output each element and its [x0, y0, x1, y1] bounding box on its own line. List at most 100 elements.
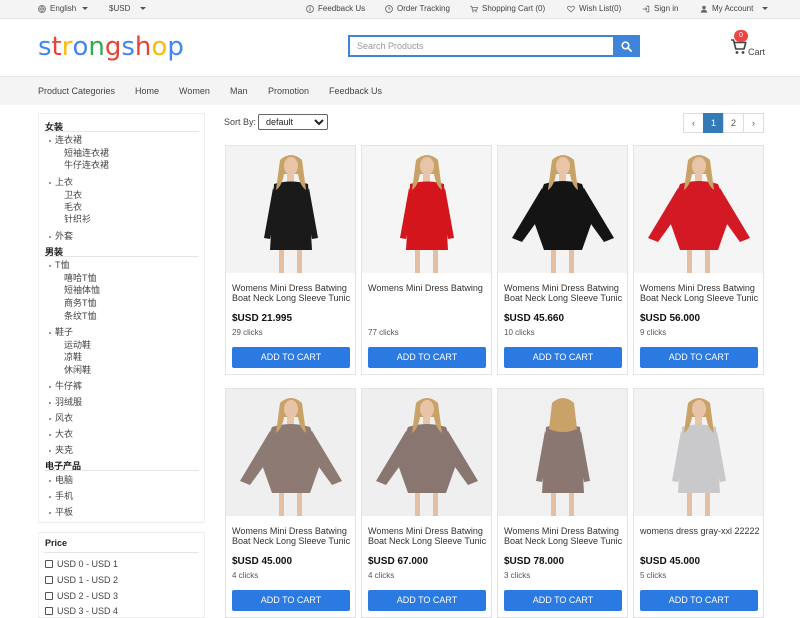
currency-selector[interactable]: $USD — [109, 4, 147, 13]
search-icon — [621, 40, 632, 52]
product-image[interactable] — [498, 146, 627, 273]
subcategory-item[interactable]: 商务T恤 — [64, 296, 97, 309]
subcategory-item[interactable]: 短袖体恤 — [64, 283, 100, 296]
price-option[interactable]: USD 3 - USD 4 — [45, 606, 118, 616]
category-item[interactable]: 夹克 — [49, 443, 73, 456]
subcategory-item[interactable]: 凉鞋 — [64, 350, 82, 363]
add-to-cart-button[interactable]: ADD TO CART — [640, 590, 758, 611]
sort-select[interactable]: default — [258, 114, 328, 130]
product-name[interactable]: Womens Mini Dress Batwing Boat Neck Long… — [504, 283, 626, 303]
category-item[interactable]: T恤 — [49, 258, 70, 271]
wish-list-label: Wish List(0) — [579, 4, 622, 13]
nav-man[interactable]: Man — [230, 86, 248, 96]
product-name[interactable]: womens dress gray-xxl 22222 — [640, 526, 762, 546]
product-price: $USD 67.000 — [368, 556, 429, 567]
price-option[interactable]: USD 2 - USD 3 — [45, 591, 118, 601]
main-nav: Product Categories Home Women Man Promot… — [0, 76, 800, 105]
product-card[interactable]: Womens Mini Dress Batwing Boat Neck Long… — [497, 388, 628, 618]
add-to-cart-button[interactable]: ADD TO CART — [640, 347, 758, 368]
price-option[interactable]: USD 0 - USD 1 — [45, 559, 118, 569]
product-name[interactable]: Womens Mini Dress Batwing Boat Neck Long… — [640, 283, 762, 303]
category-item[interactable]: 大衣 — [49, 427, 73, 440]
header-cart[interactable]: 0 Cart — [728, 30, 768, 62]
my-account-label: My Account — [712, 4, 754, 13]
product-image[interactable] — [362, 146, 491, 273]
subcategory-item[interactable]: 条纹T恤 — [64, 309, 97, 322]
checkbox[interactable] — [45, 607, 53, 615]
price-option[interactable]: USD 1 - USD 2 — [45, 575, 118, 585]
product-name[interactable]: Womens Mini Dress Batwing — [368, 283, 490, 303]
add-to-cart-button[interactable]: ADD TO CART — [232, 347, 350, 368]
product-card[interactable]: Womens Mini Dress Batwing Boat Neck Long… — [225, 145, 356, 375]
add-to-cart-button[interactable]: ADD TO CART — [504, 347, 622, 368]
category-item[interactable]: 电脑 — [49, 473, 73, 486]
product-card[interactable]: Womens Mini Dress Batwing Boat Neck Long… — [225, 388, 356, 618]
page-1-button[interactable]: 1 — [703, 113, 724, 133]
category-item[interactable]: 鞋子 — [49, 325, 73, 338]
category-item[interactable]: 平板 — [49, 505, 73, 518]
product-image[interactable] — [634, 146, 763, 273]
my-account-menu[interactable]: My Account — [700, 4, 769, 13]
language-selector[interactable]: English — [38, 4, 89, 13]
feedback-label: Feedback Us — [318, 4, 366, 13]
next-page-button[interactable]: › — [743, 113, 764, 133]
product-card[interactable]: Womens Mini Dress Batwing Boat Neck Long… — [633, 145, 764, 375]
nav-feedback[interactable]: Feedback Us — [329, 86, 382, 96]
site-logo[interactable]: strongshop — [38, 30, 184, 64]
wish-list-link[interactable]: Wish List(0) — [567, 4, 621, 13]
product-card[interactable]: Womens Mini Dress Batwing Boat Neck Long… — [361, 388, 492, 618]
sign-in-link[interactable]: Sign in — [642, 4, 678, 13]
checkbox[interactable] — [45, 576, 53, 584]
product-image[interactable] — [362, 389, 491, 516]
logo-letter: h — [134, 32, 152, 62]
product-card[interactable]: Womens Mini Dress Batwing 77 clicks ADD TO… — [361, 145, 492, 375]
product-name[interactable]: Womens Mini Dress Batwing Boat Neck Long… — [368, 526, 490, 546]
logo-letter: g — [104, 32, 122, 62]
product-image[interactable] — [226, 389, 355, 516]
divider — [44, 131, 199, 132]
product-name[interactable]: Womens Mini Dress Batwing Boat Neck Long… — [504, 526, 626, 546]
checkbox[interactable] — [45, 560, 53, 568]
info-icon — [306, 4, 314, 13]
category-item[interactable]: 连衣裙 — [49, 133, 82, 146]
add-to-cart-button[interactable]: ADD TO CART — [504, 590, 622, 611]
shopping-cart-link[interactable]: Shopping Cart (0) — [470, 4, 545, 13]
nav-promotion[interactable]: Promotion — [268, 86, 309, 96]
product-image[interactable] — [634, 389, 763, 516]
add-to-cart-button[interactable]: ADD TO CART — [368, 590, 486, 611]
checkbox[interactable] — [45, 592, 53, 600]
search-button[interactable] — [613, 35, 640, 57]
order-tracking-link[interactable]: Order Tracking — [385, 4, 450, 13]
search-input[interactable] — [348, 35, 613, 57]
page-2-button[interactable]: 2 — [723, 113, 744, 133]
product-image[interactable] — [498, 389, 627, 516]
category-item[interactable]: 牛仔裤 — [49, 379, 82, 392]
category-item[interactable]: 外套 — [49, 229, 73, 242]
product-card[interactable]: womens dress gray-xxl 22222 $USD 45.000 5 … — [633, 388, 764, 618]
chevron-down-icon — [762, 7, 769, 10]
product-name[interactable]: Womens Mini Dress Batwing Boat Neck Long… — [232, 526, 354, 546]
nav-women[interactable]: Women — [179, 86, 210, 96]
subcategory-item[interactable]: 牛仔连衣裙 — [64, 158, 109, 171]
category-item[interactable]: 风衣 — [49, 411, 73, 424]
shopping-cart-label: Shopping Cart (0) — [482, 4, 546, 13]
product-card[interactable]: Womens Mini Dress Batwing Boat Neck Long… — [497, 145, 628, 375]
product-image[interactable] — [226, 146, 355, 273]
cart-count-badge: 0 — [734, 30, 748, 42]
add-to-cart-button[interactable]: ADD TO CART — [232, 590, 350, 611]
prev-page-button[interactable]: ‹ — [683, 113, 704, 133]
product-name[interactable]: Womens Mini Dress Batwing Boat Neck Long… — [232, 283, 354, 303]
sign-in-label: Sign in — [654, 4, 679, 13]
nav-home[interactable]: Home — [135, 86, 159, 96]
pagination: ‹ 1 2 › — [683, 113, 764, 133]
subcategory-item[interactable]: 针织衫 — [64, 212, 91, 225]
category-item[interactable]: 上衣 — [49, 175, 73, 188]
category-item[interactable]: 手机 — [49, 489, 73, 502]
subcategory-item[interactable]: 休闲鞋 — [64, 363, 91, 376]
divider — [44, 470, 199, 471]
feedback-link[interactable]: Feedback Us — [306, 4, 365, 13]
category-item[interactable]: 羽绒服 — [49, 395, 82, 408]
nav-product-categories[interactable]: Product Categories — [38, 86, 115, 96]
add-to-cart-button[interactable]: ADD TO CART — [368, 347, 486, 368]
product-price: $USD 21.995 — [232, 313, 293, 324]
